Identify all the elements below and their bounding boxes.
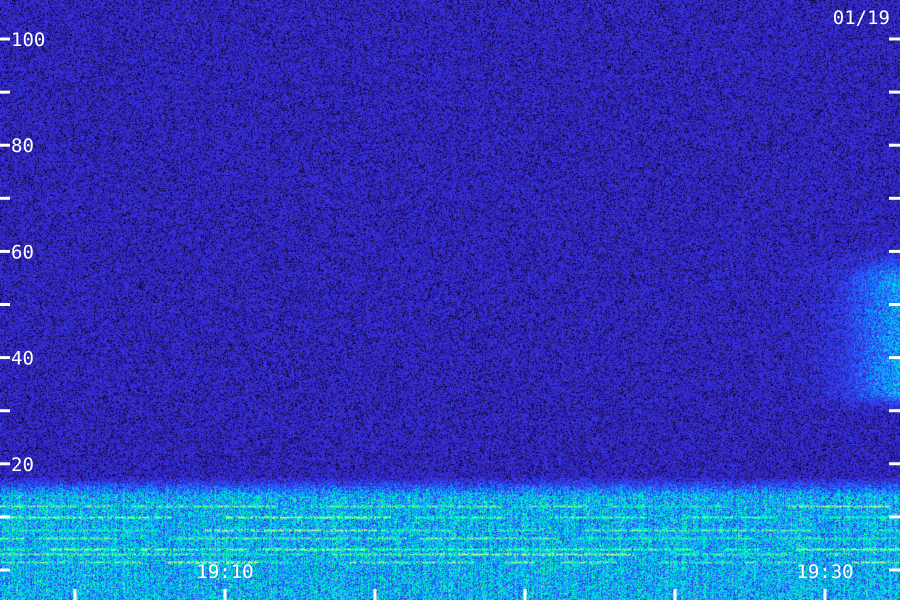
- x-tick-label: 19:30: [796, 561, 853, 583]
- y-tick-label: 40: [11, 348, 34, 370]
- y-tick-label: 80: [11, 135, 34, 157]
- x-axis: 19:1019:3019:50: [73, 561, 854, 600]
- y-axis-right: [889, 37, 900, 572]
- spectrogram-axes: 01/19 20406080100 19:1019:3019:50: [0, 7, 900, 600]
- x-tick-label: 19:10: [196, 561, 253, 583]
- y-tick-label: 60: [11, 241, 34, 263]
- y-tick-label: 100: [11, 29, 45, 51]
- y-tick-label: 20: [11, 454, 34, 476]
- y-axis-left: 20 40 60 80 100: [0, 29, 45, 572]
- date-label: 01/19: [833, 7, 890, 29]
